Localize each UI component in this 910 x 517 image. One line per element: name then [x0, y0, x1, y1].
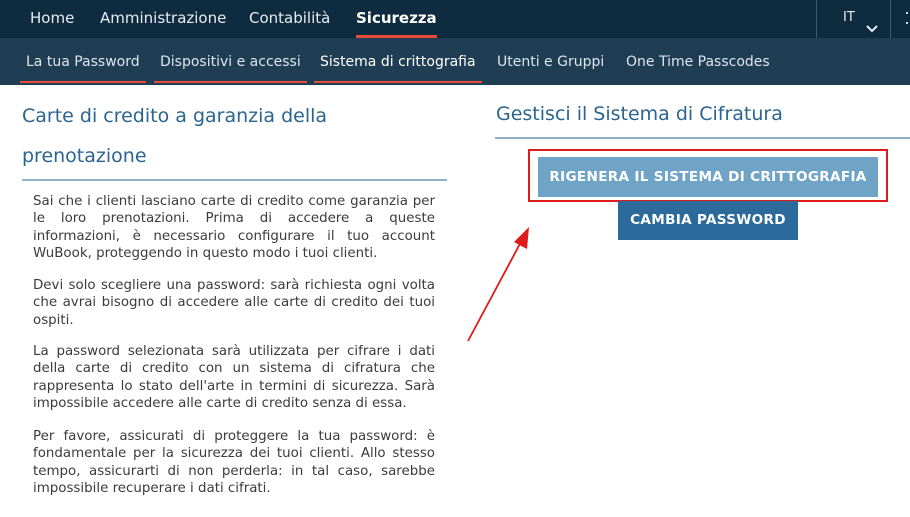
- language-code: IT: [843, 10, 855, 25]
- overflow-marker: [906, 12, 908, 14]
- tab-underline: [154, 81, 307, 83]
- top-nav-security[interactable]: Sicurezza: [356, 0, 437, 38]
- tab-users-groups[interactable]: Utenti e Gruppi: [497, 38, 604, 85]
- top-nav-divider: [816, 0, 817, 38]
- regenerate-encryption-button[interactable]: RIGENERA IL SISTEMA DI CRITTOGRAFIA: [538, 157, 878, 197]
- top-nav-divider: [890, 0, 891, 38]
- annotation-arrow-icon: [467, 227, 529, 342]
- tab-label: Dispositivi e accessi: [160, 54, 301, 70]
- info-paragraph: Sai che i clienti lasciano carte di cred…: [33, 194, 435, 262]
- credit-card-section-title: Carte di credito a garanzia della prenot…: [22, 105, 328, 167]
- tab-encryption-system[interactable]: Sistema di crittografia: [314, 38, 482, 85]
- tab-label: La tua Password: [26, 54, 140, 70]
- sub-nav: La tua Password Dispositivi e accessi Si…: [0, 38, 910, 85]
- info-paragraph: Per favore, assicurati di proteggere la …: [33, 429, 435, 497]
- tab-one-time-passcodes[interactable]: One Time Passcodes: [626, 38, 770, 85]
- top-nav-accounting[interactable]: Contabilità: [249, 0, 330, 38]
- top-nav-administration[interactable]: Amministrazione: [100, 0, 226, 38]
- tab-label: One Time Passcodes: [626, 54, 770, 70]
- overflow-marker: [906, 22, 908, 24]
- top-nav-home[interactable]: Home: [30, 0, 74, 38]
- info-paragraph: La password selezionata sarà utilizzata …: [33, 344, 435, 412]
- tab-underline: [20, 81, 146, 83]
- language-selector[interactable]: IT: [830, 0, 890, 38]
- tab-label: Sistema di crittografia: [320, 54, 476, 70]
- tab-underline: [314, 81, 482, 83]
- section-divider: [495, 137, 910, 139]
- tab-devices-access[interactable]: Dispositivi e accessi: [154, 38, 307, 85]
- top-nav: Home Amministrazione Contabilità Sicurez…: [0, 0, 910, 38]
- info-paragraph: Devi solo scegliere una password: sarà r…: [33, 278, 435, 328]
- section-divider: [22, 179, 447, 181]
- encryption-section-title: Gestisci il Sistema di Cifratura: [496, 103, 783, 125]
- change-password-button[interactable]: CAMBIA PASSWORD: [618, 201, 798, 240]
- tab-your-password[interactable]: La tua Password: [20, 38, 146, 85]
- tab-label: Utenti e Gruppi: [497, 54, 605, 70]
